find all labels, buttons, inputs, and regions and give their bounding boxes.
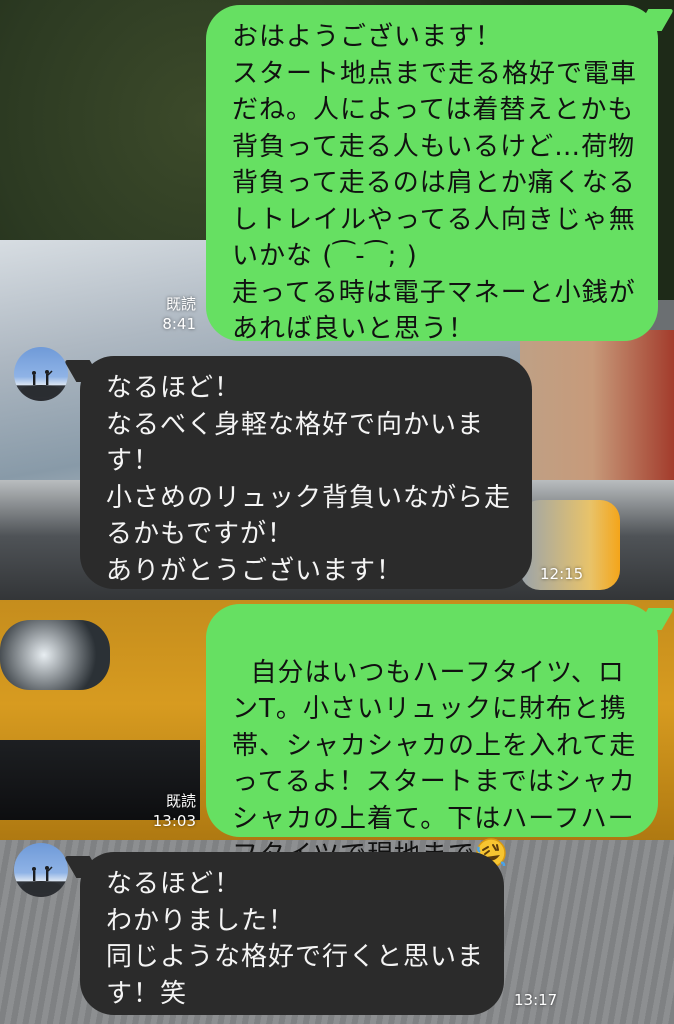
message-time: 13:03: [152, 812, 196, 830]
contact-avatar[interactable]: [14, 347, 68, 401]
message-bubble-received[interactable]: なるほど！ わかりました！ 同じような格好で行くと思います！笑: [80, 852, 504, 1015]
message-bubble-received[interactable]: なるほど！ なるべく身軽な格好で向かいます！ 小さめのリュック背負いながら走るか…: [80, 356, 532, 589]
contact-avatar[interactable]: [14, 843, 68, 897]
read-receipt: 既読: [165, 792, 196, 810]
message-time: 12:15: [540, 565, 584, 583]
read-receipt: 既読: [165, 295, 196, 313]
message-bubble-sent[interactable]: おはようございます！ スタート地点まで走る格好で電車だね。人によっては着替えとか…: [206, 5, 658, 344]
message-meta: 既読 8:41: [136, 294, 196, 334]
avatar-silhouettes-icon: [21, 866, 61, 893]
message-bubble-sent[interactable]: 自分はいつもハーフタイツ、ロンT。小さいリュックに財布と携帯、シャカシャカの上を…: [206, 604, 658, 870]
message-time: 8:41: [162, 315, 196, 333]
message-time: 13:17: [514, 991, 558, 1009]
wallpaper-headlight-left: [0, 620, 110, 690]
message-meta: 13:17: [514, 990, 574, 1010]
message-meta: 既読 13:03: [136, 791, 196, 831]
avatar-silhouettes-icon: [21, 370, 61, 397]
message-meta: 12:15: [540, 564, 600, 584]
